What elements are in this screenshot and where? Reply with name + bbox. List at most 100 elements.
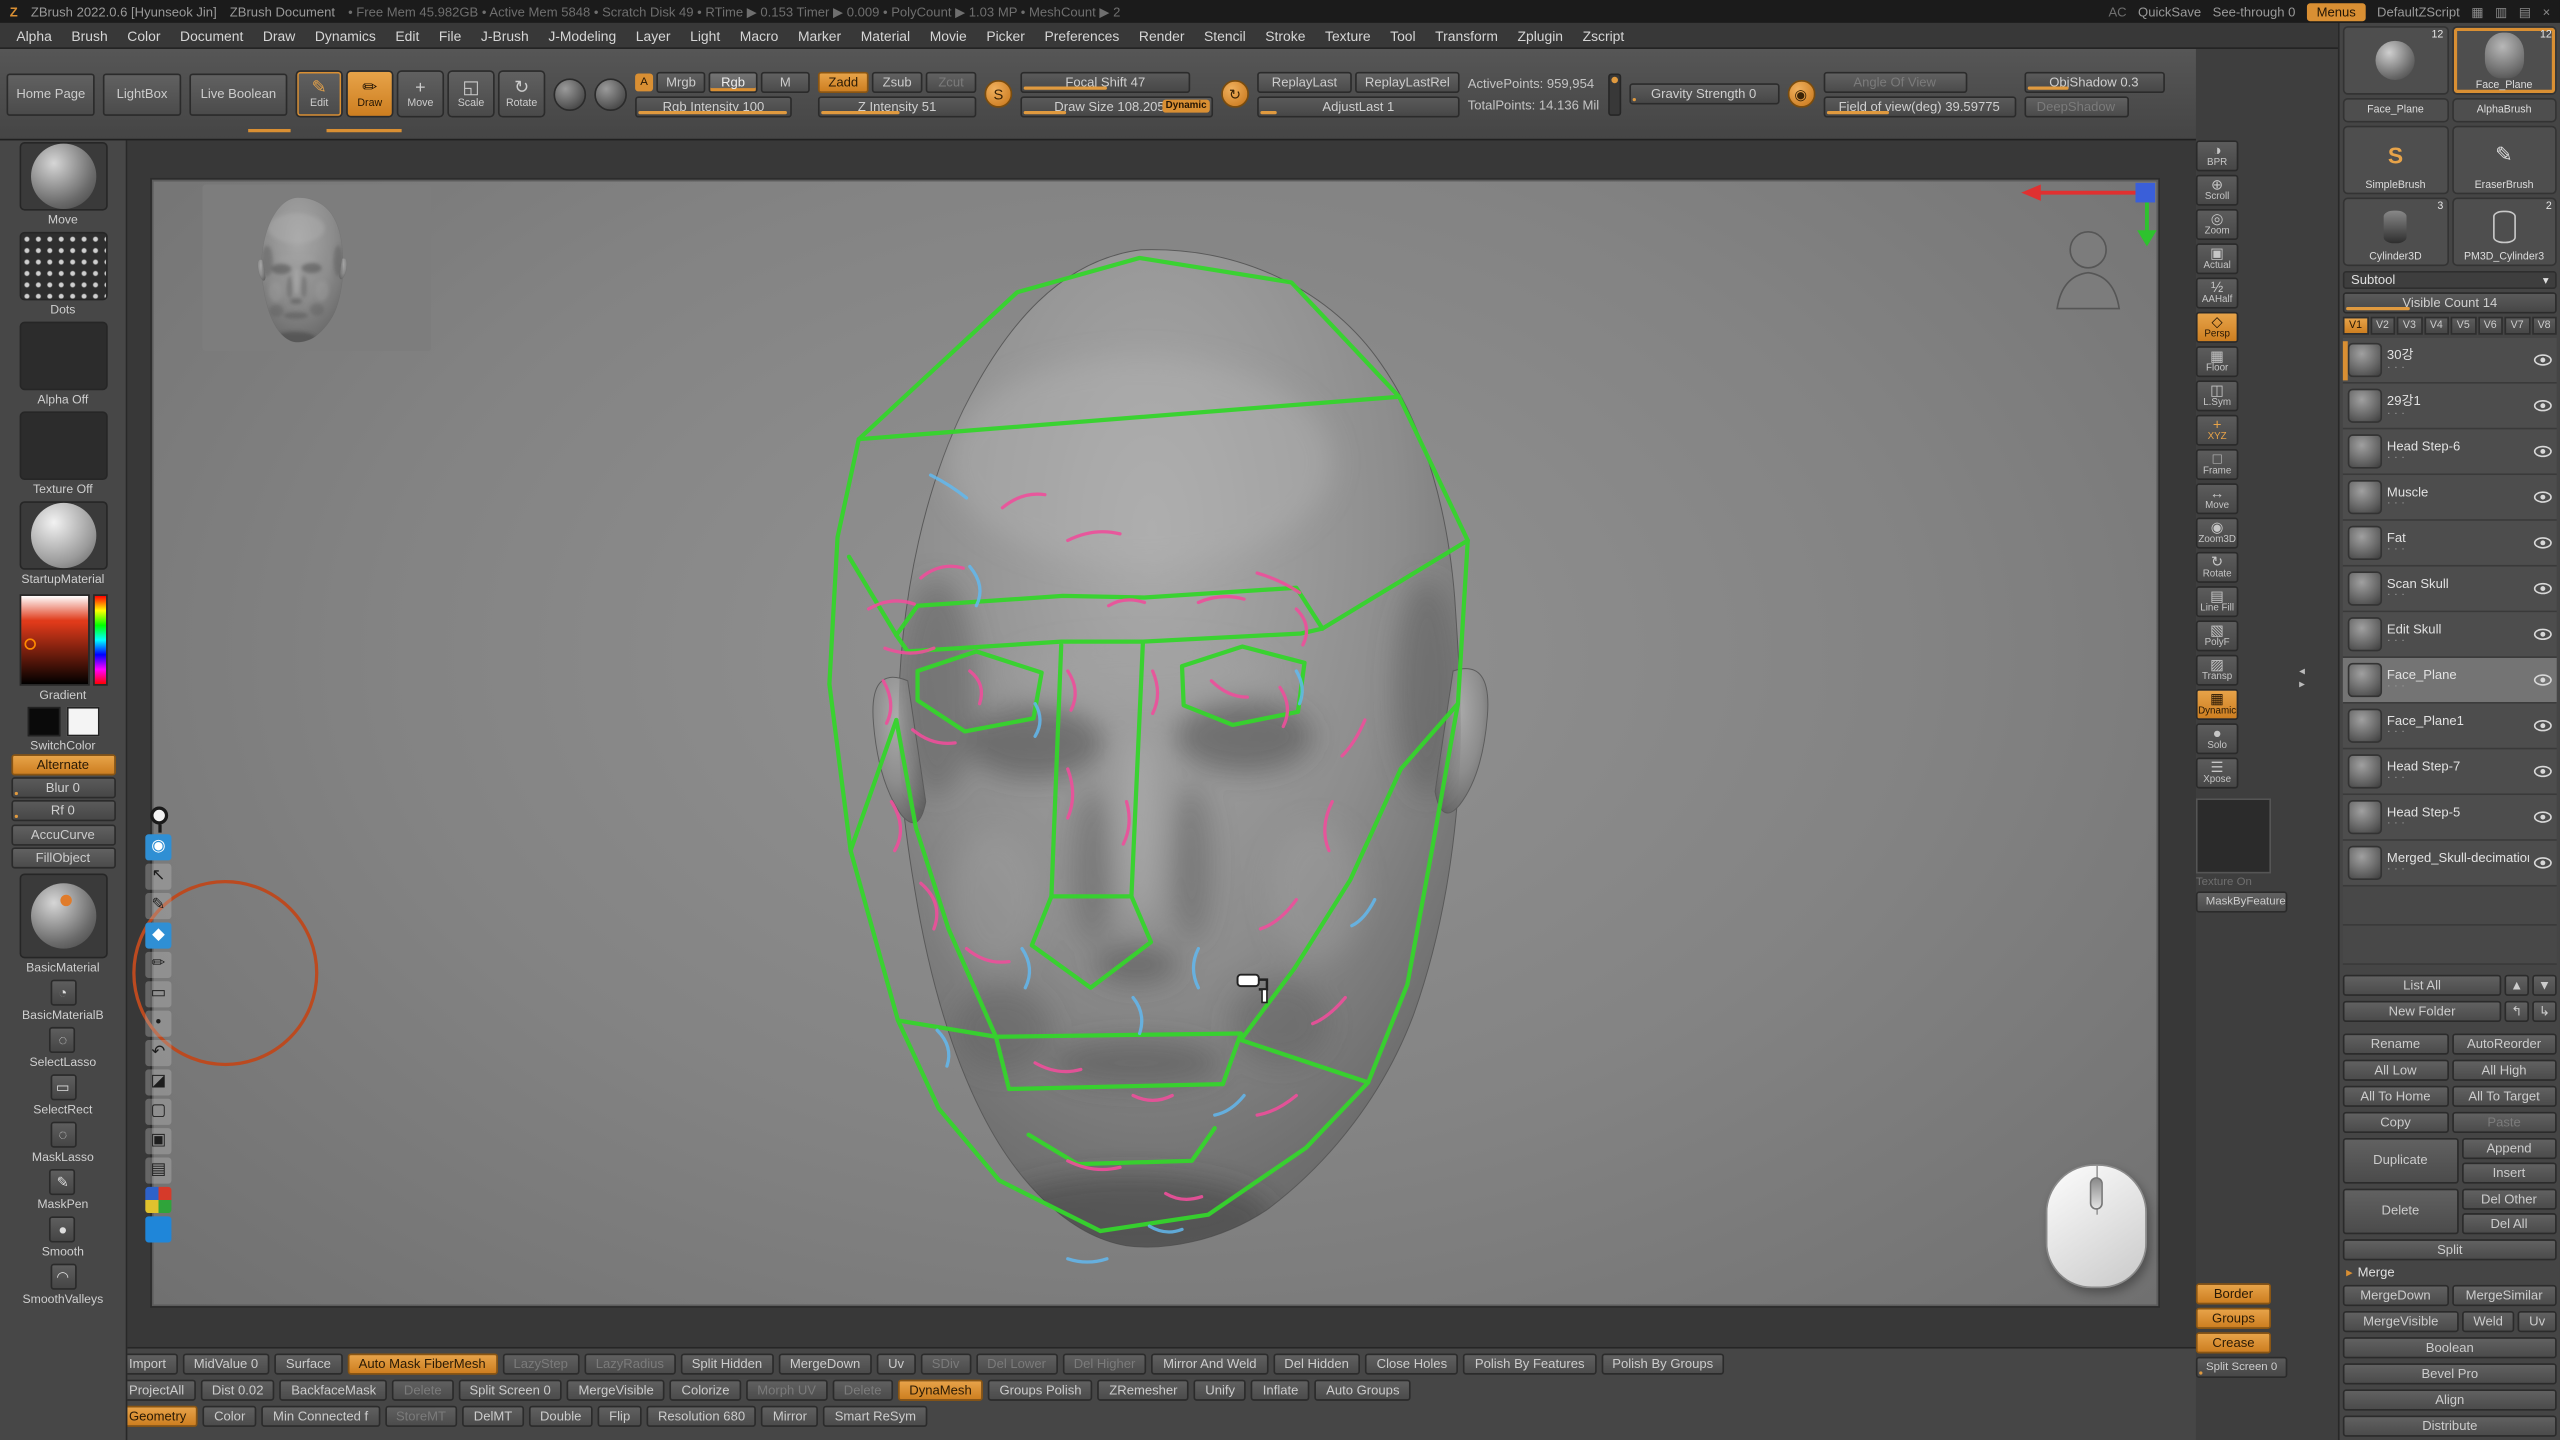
live-boolean-button[interactable]: Live Boolean bbox=[189, 73, 287, 115]
bottom-button[interactable]: Color bbox=[203, 1406, 257, 1427]
tool-face-plane[interactable]: Face_Plane bbox=[2343, 98, 2448, 122]
subtool-mini-controls[interactable]: ··· bbox=[2387, 546, 2529, 556]
menu-item[interactable]: Layer bbox=[636, 27, 671, 43]
subtool-mini-controls[interactable]: ··· bbox=[2387, 774, 2529, 784]
subtool-item[interactable]: Fat ··· bbox=[2343, 521, 2557, 567]
bottom-button[interactable]: Auto Groups bbox=[1315, 1380, 1411, 1401]
subtool-tab[interactable]: V1 bbox=[2343, 317, 2368, 335]
bottom-button[interactable]: BackfaceMask bbox=[280, 1380, 388, 1401]
scale-mode-button[interactable]: ◱ Scale bbox=[447, 70, 494, 117]
draw-size-slider[interactable]: Draw Size 108.20541Dynamic bbox=[1020, 96, 1213, 117]
menu-item[interactable]: Draw bbox=[263, 27, 295, 43]
polyframe-button[interactable]: ▧ PolyF bbox=[2196, 620, 2238, 651]
menu-item[interactable]: Light bbox=[690, 27, 720, 43]
all-to-home-button[interactable]: All To Home bbox=[2343, 1086, 2448, 1107]
all-to-target-button[interactable]: All To Target bbox=[2451, 1086, 2556, 1107]
subtool-header[interactable]: Subtool ▾ bbox=[2343, 271, 2557, 289]
cursor-icon[interactable]: ↖ bbox=[145, 864, 171, 890]
line-fill-button[interactable]: ▤ Line Fill bbox=[2196, 586, 2238, 617]
ruler-icon[interactable]: ▭ bbox=[145, 981, 171, 1007]
bottom-button[interactable]: Delete bbox=[832, 1380, 893, 1401]
menu-item[interactable]: Render bbox=[1139, 27, 1185, 43]
rf-slider[interactable]: Rf 0 bbox=[11, 800, 115, 821]
select-rect-tool[interactable]: ▭ SelectRect bbox=[33, 1074, 92, 1118]
folder-up-icon[interactable]: ↰ bbox=[2504, 1001, 2528, 1022]
menu-item[interactable]: Color bbox=[127, 27, 160, 43]
subtool-mini-controls[interactable]: ··· bbox=[2387, 454, 2529, 464]
tool-simplebrush[interactable]: SimpleBrush bbox=[2343, 126, 2448, 195]
tool-cylinder3d[interactable]: 3 Cylinder3D bbox=[2343, 198, 2448, 267]
persp-button[interactable]: ◇ Persp bbox=[2196, 312, 2238, 343]
bottom-button[interactable]: Delete bbox=[392, 1380, 453, 1401]
see-through-slider[interactable]: See-through 0 bbox=[2213, 4, 2296, 19]
transparency-button[interactable]: ▨ Transp bbox=[2196, 655, 2238, 686]
camera-icon[interactable]: ◉ bbox=[1787, 80, 1815, 108]
paint-bucket-icon[interactable]: ◆ bbox=[145, 922, 171, 948]
split-screen-slider[interactable]: Split Screen 0 bbox=[2196, 1357, 2287, 1378]
bottom-button[interactable]: Flip bbox=[598, 1406, 642, 1427]
undo-icon[interactable]: ↶ bbox=[145, 1040, 171, 1066]
menu-item[interactable]: Marker bbox=[798, 27, 841, 43]
menu-item[interactable]: Macro bbox=[740, 27, 779, 43]
texture-on-label[interactable]: Texture On bbox=[2196, 877, 2297, 888]
subtool-item[interactable]: Muscle ··· bbox=[2343, 476, 2557, 522]
subtool-mini-controls[interactable]: ··· bbox=[2387, 500, 2529, 510]
gravity-widget[interactable] bbox=[1607, 73, 1620, 115]
mrgb-button[interactable]: Mrgb bbox=[656, 71, 705, 92]
subtool-tab[interactable]: V3 bbox=[2397, 317, 2422, 335]
merge-down-button[interactable]: MergeDown bbox=[2343, 1285, 2448, 1306]
smooth-valleys-brush[interactable]: ◠ SmoothValleys bbox=[22, 1264, 103, 1308]
gravity-strength-slider[interactable]: Gravity Strength 0 bbox=[1629, 83, 1779, 104]
all-low-button[interactable]: All Low bbox=[2343, 1060, 2448, 1081]
menu-item[interactable]: Texture bbox=[1325, 27, 1371, 43]
subtool-tab[interactable]: V5 bbox=[2451, 317, 2476, 335]
subtool-item[interactable]: Face_Plane ··· bbox=[2343, 658, 2557, 704]
menu-item[interactable]: Edit bbox=[395, 27, 419, 43]
merge-section-label[interactable]: Merge bbox=[2358, 1265, 2395, 1280]
pencil-icon[interactable]: ✏ bbox=[145, 952, 171, 978]
accucurve-button[interactable]: AccuCurve bbox=[11, 824, 115, 845]
rotate-mode-button[interactable]: ↻ Rotate bbox=[498, 70, 545, 117]
texture-item[interactable]: Texture Off bbox=[19, 411, 107, 498]
eye-icon[interactable] bbox=[2534, 583, 2552, 594]
move-canvas-button[interactable]: ↔ Move bbox=[2196, 483, 2238, 514]
close-icon[interactable]: × bbox=[2543, 4, 2551, 19]
local-sym-button[interactable]: ◫ L.Sym bbox=[2196, 380, 2238, 411]
grid-icon[interactable]: ▦ bbox=[2471, 4, 2483, 19]
screens-icon[interactable]: ▤ bbox=[2519, 4, 2531, 19]
main-color-swatch[interactable] bbox=[27, 707, 60, 736]
hue-strip[interactable] bbox=[92, 594, 107, 685]
alternate-button[interactable]: Alternate bbox=[11, 754, 115, 775]
subtool-tab[interactable]: V6 bbox=[2478, 317, 2503, 335]
eye-icon[interactable] bbox=[2534, 766, 2552, 777]
bottom-button[interactable]: Double bbox=[529, 1406, 593, 1427]
bottom-button[interactable]: Split Screen 0 bbox=[458, 1380, 562, 1401]
menu-item[interactable]: Picker bbox=[986, 27, 1025, 43]
uv-button[interactable]: Uv bbox=[2518, 1311, 2557, 1332]
paste-button[interactable]: Paste bbox=[2451, 1112, 2556, 1133]
replay-last-button[interactable]: ReplayLast bbox=[1257, 71, 1352, 92]
home-page-button[interactable]: Home Page bbox=[7, 73, 95, 115]
bottom-button[interactable]: MergeVisible bbox=[567, 1380, 665, 1401]
gyro-move-item[interactable]: Move bbox=[19, 142, 107, 229]
mask-lasso-tool[interactable]: ◌ MaskLasso bbox=[32, 1122, 94, 1166]
subtool-empty-slot[interactable] bbox=[2343, 887, 2557, 926]
select-lasso-tool[interactable]: ◌ SelectLasso bbox=[29, 1027, 96, 1071]
subtool-item[interactable]: 29강1 ··· bbox=[2343, 384, 2557, 430]
eye-icon[interactable] bbox=[2534, 675, 2552, 686]
eye-icon[interactable] bbox=[2534, 446, 2552, 457]
eye-icon[interactable]: ◉ bbox=[145, 834, 171, 860]
groups-button[interactable]: Groups bbox=[2196, 1308, 2271, 1329]
replay-last-rel-button[interactable]: ReplayLastRel bbox=[1355, 71, 1459, 92]
bottom-button[interactable]: Inflate bbox=[1251, 1380, 1309, 1401]
bottom-button[interactable]: Close Holes bbox=[1365, 1353, 1458, 1374]
tool-current-sphere[interactable]: 12 bbox=[2343, 26, 2448, 95]
bottom-button[interactable]: MidValue 0 bbox=[182, 1353, 269, 1374]
material-item[interactable]: StartupMaterial bbox=[19, 501, 107, 588]
color-picker[interactable] bbox=[19, 594, 107, 685]
frame-button[interactable]: □ Frame bbox=[2196, 449, 2238, 480]
append-button[interactable]: Append bbox=[2461, 1138, 2557, 1159]
autoreorder-button[interactable]: AutoReorder bbox=[2451, 1033, 2556, 1054]
move-mode-button[interactable]: + Move bbox=[397, 70, 444, 117]
subtool-mini-controls[interactable]: ··· bbox=[2387, 365, 2529, 375]
